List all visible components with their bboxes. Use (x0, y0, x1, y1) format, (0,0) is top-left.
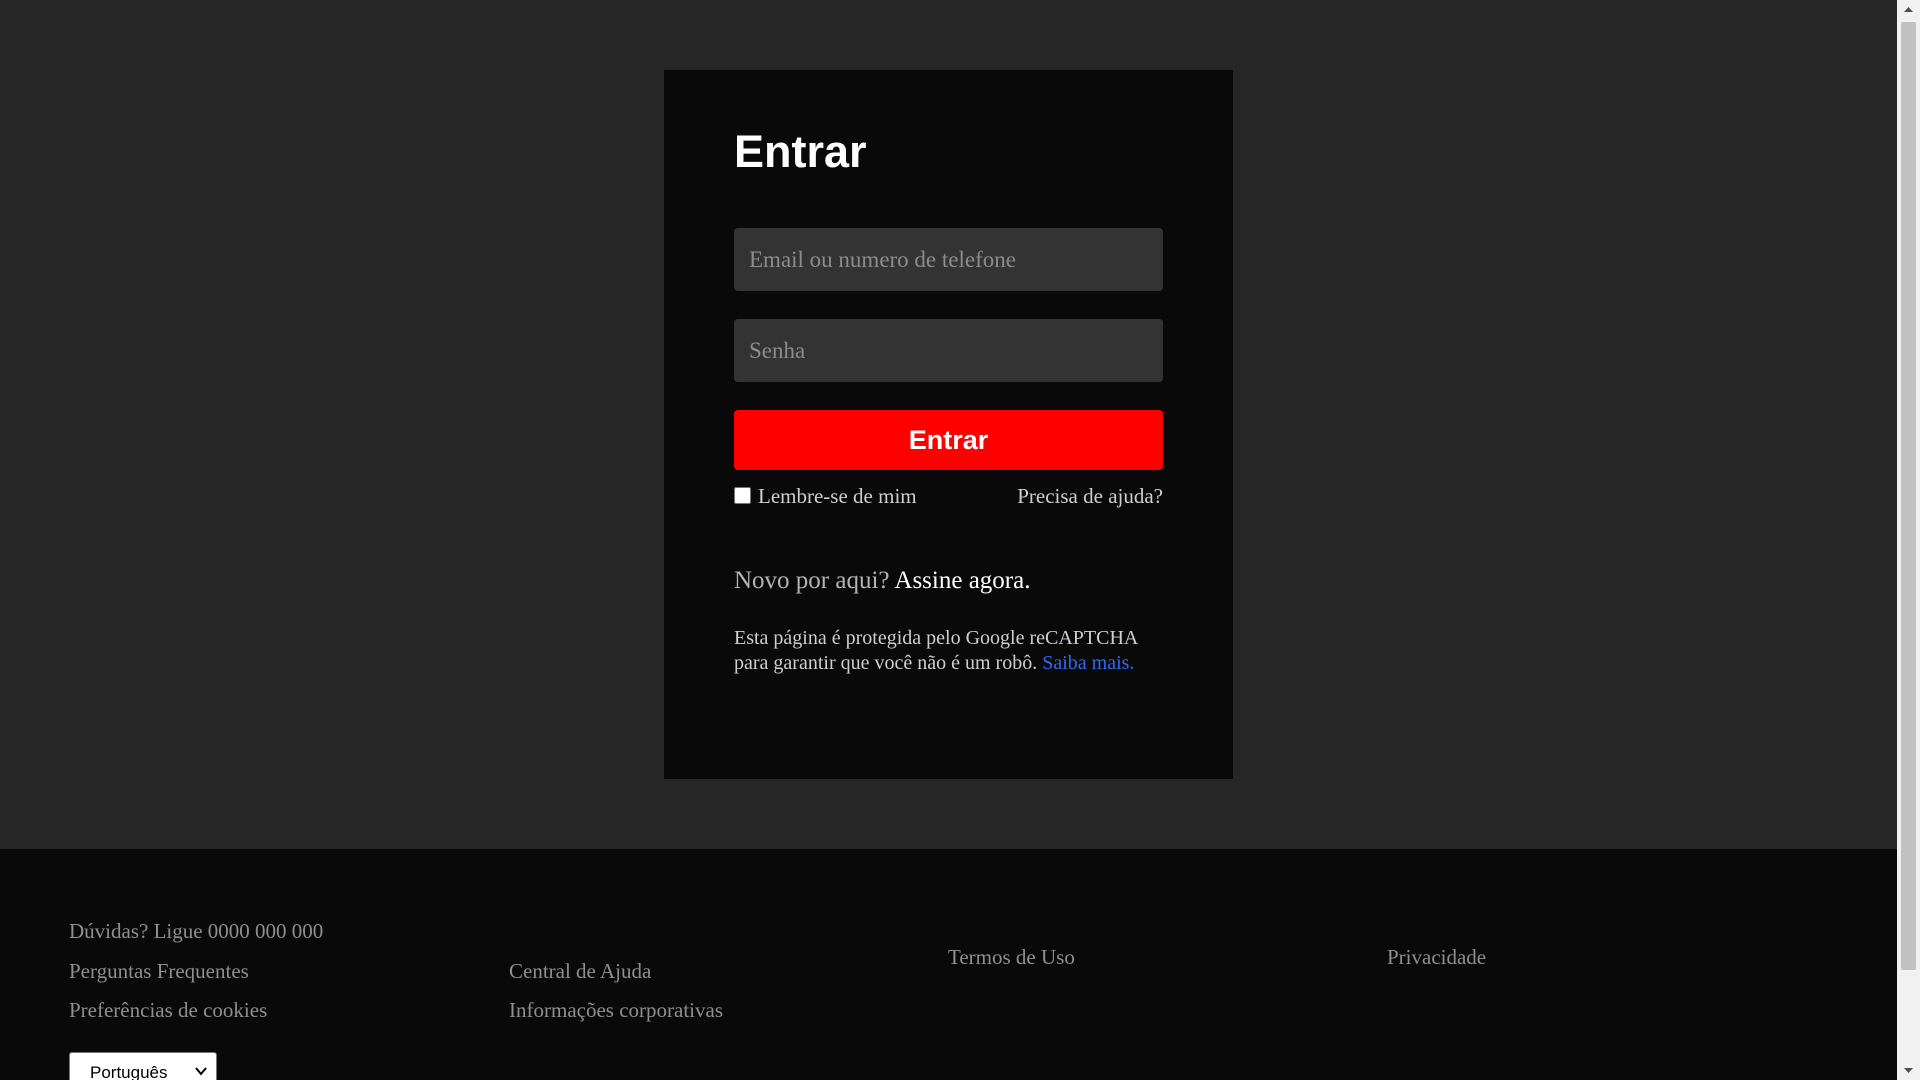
vertical-scrollbar[interactable] (1897, 0, 1920, 1080)
scrollbar-thumb[interactable] (1901, 22, 1916, 970)
need-help-link[interactable]: Precisa de ajuda? (1017, 484, 1163, 509)
sign-in-button[interactable]: Entrar (734, 410, 1163, 470)
chevron-down-icon (195, 1067, 207, 1076)
footer: Dúvidas? Ligue 0000 000 000 Perguntas Fr… (0, 849, 1897, 1080)
learn-more-link[interactable]: Saiba mais. (1042, 652, 1134, 674)
email-field[interactable] (734, 228, 1163, 291)
scroll-up-arrow-icon[interactable] (1897, 0, 1920, 20)
recaptcha-notice: Esta página é protegida pelo Google reCA… (734, 626, 1163, 676)
signup-prompt: Novo por aqui? Assine agora. (734, 567, 1030, 595)
footer-terms-link[interactable]: Termos de Uso (948, 945, 1075, 970)
page-viewport: Entrar Entrar Lembre-se de mim Precisa d… (0, 0, 1897, 1080)
scroll-down-arrow-icon[interactable] (1897, 1060, 1920, 1080)
remember-row: Lembre-se de mim Precisa de ajuda? (734, 484, 1163, 512)
remember-me-label: Lembre-se de mim (758, 484, 917, 508)
signup-link[interactable]: Assine agora. (894, 567, 1030, 594)
remember-me-checkbox[interactable] (734, 487, 751, 504)
login-card: Entrar Entrar Lembre-se de mim Precisa d… (664, 70, 1233, 779)
footer-phone-link[interactable]: Dúvidas? Ligue 0000 000 000 (69, 919, 323, 944)
footer-help-center-link[interactable]: Central de Ajuda (509, 959, 651, 984)
signup-prefix: Novo por aqui? (734, 567, 895, 594)
language-select[interactable]: Português (69, 1052, 217, 1080)
footer-privacy-link[interactable]: Privacidade (1387, 945, 1486, 970)
footer-cookies-link[interactable]: Preferências de cookies (69, 998, 267, 1023)
footer-corporate-info-link[interactable]: Informações corporativas (509, 998, 723, 1023)
password-field[interactable] (734, 319, 1163, 382)
login-title: Entrar (734, 126, 867, 177)
language-select-value: Português (90, 1063, 168, 1080)
footer-faq-link[interactable]: Perguntas Frequentes (69, 959, 249, 984)
